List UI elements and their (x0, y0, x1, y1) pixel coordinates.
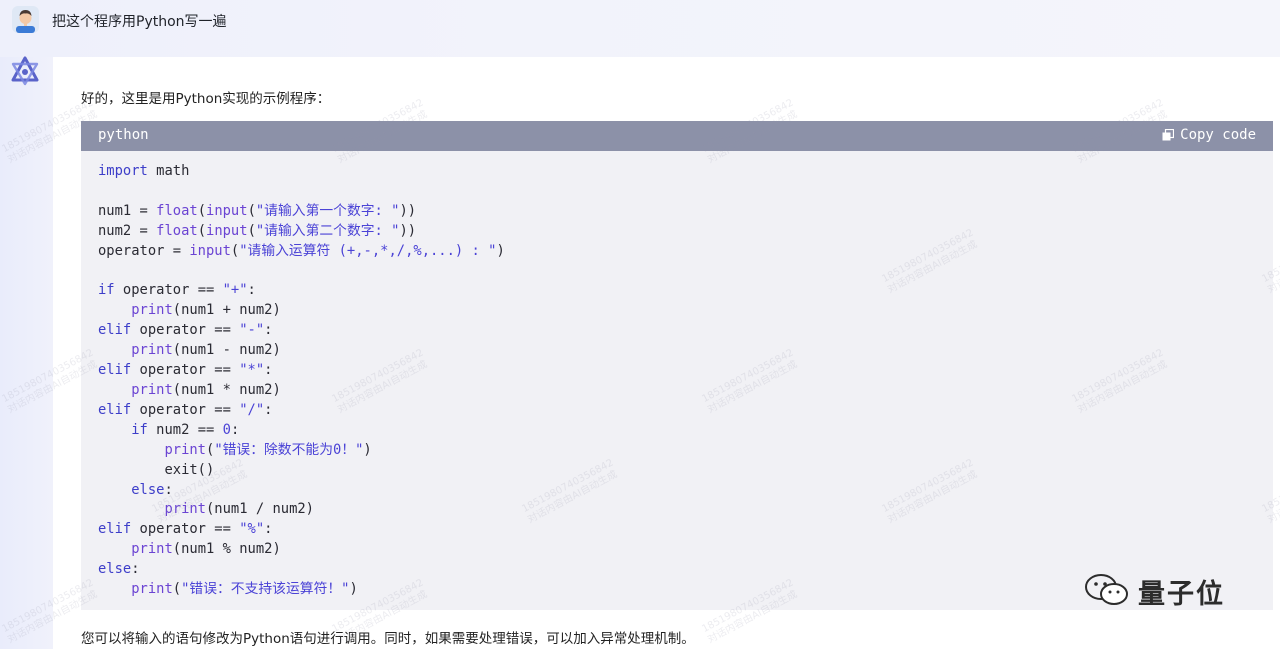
brand-watermark: 量子位 (1084, 572, 1225, 611)
answer-outro-text: 您可以将输入的语句修改为Python语句进行调用。同时，如果需要处理错误，可以加… (81, 631, 695, 647)
brand-text: 量子位 (1138, 579, 1225, 610)
user-message-text: 把这个程序用Python写一遍 (52, 14, 227, 30)
code-block: python Copy code import math num1 = floa… (81, 121, 1273, 610)
copy-code-label: Copy code (1180, 127, 1256, 143)
assistant-logo-icon (10, 56, 40, 86)
code-language-label: python (98, 127, 149, 143)
copy-code-button[interactable]: Copy code (1162, 127, 1256, 143)
code-content[interactable]: import math num1 = float(input("请输入第一个数字… (81, 151, 1273, 600)
answer-intro-text: 好的，这里是用Python实现的示例程序： (81, 91, 331, 107)
wechat-icon (1084, 573, 1130, 611)
copy-icon (1162, 128, 1175, 141)
user-avatar-icon[interactable] (12, 6, 39, 33)
chat-page: 把这个程序用Python写一遍 好的，这里是用Python实现的示例程序： py… (0, 0, 1280, 649)
code-block-header: python Copy code (81, 121, 1273, 151)
user-message-row: 把这个程序用Python写一遍 (0, 0, 1280, 57)
assistant-answer: 好的，这里是用Python实现的示例程序： python Copy code i… (53, 57, 1280, 649)
